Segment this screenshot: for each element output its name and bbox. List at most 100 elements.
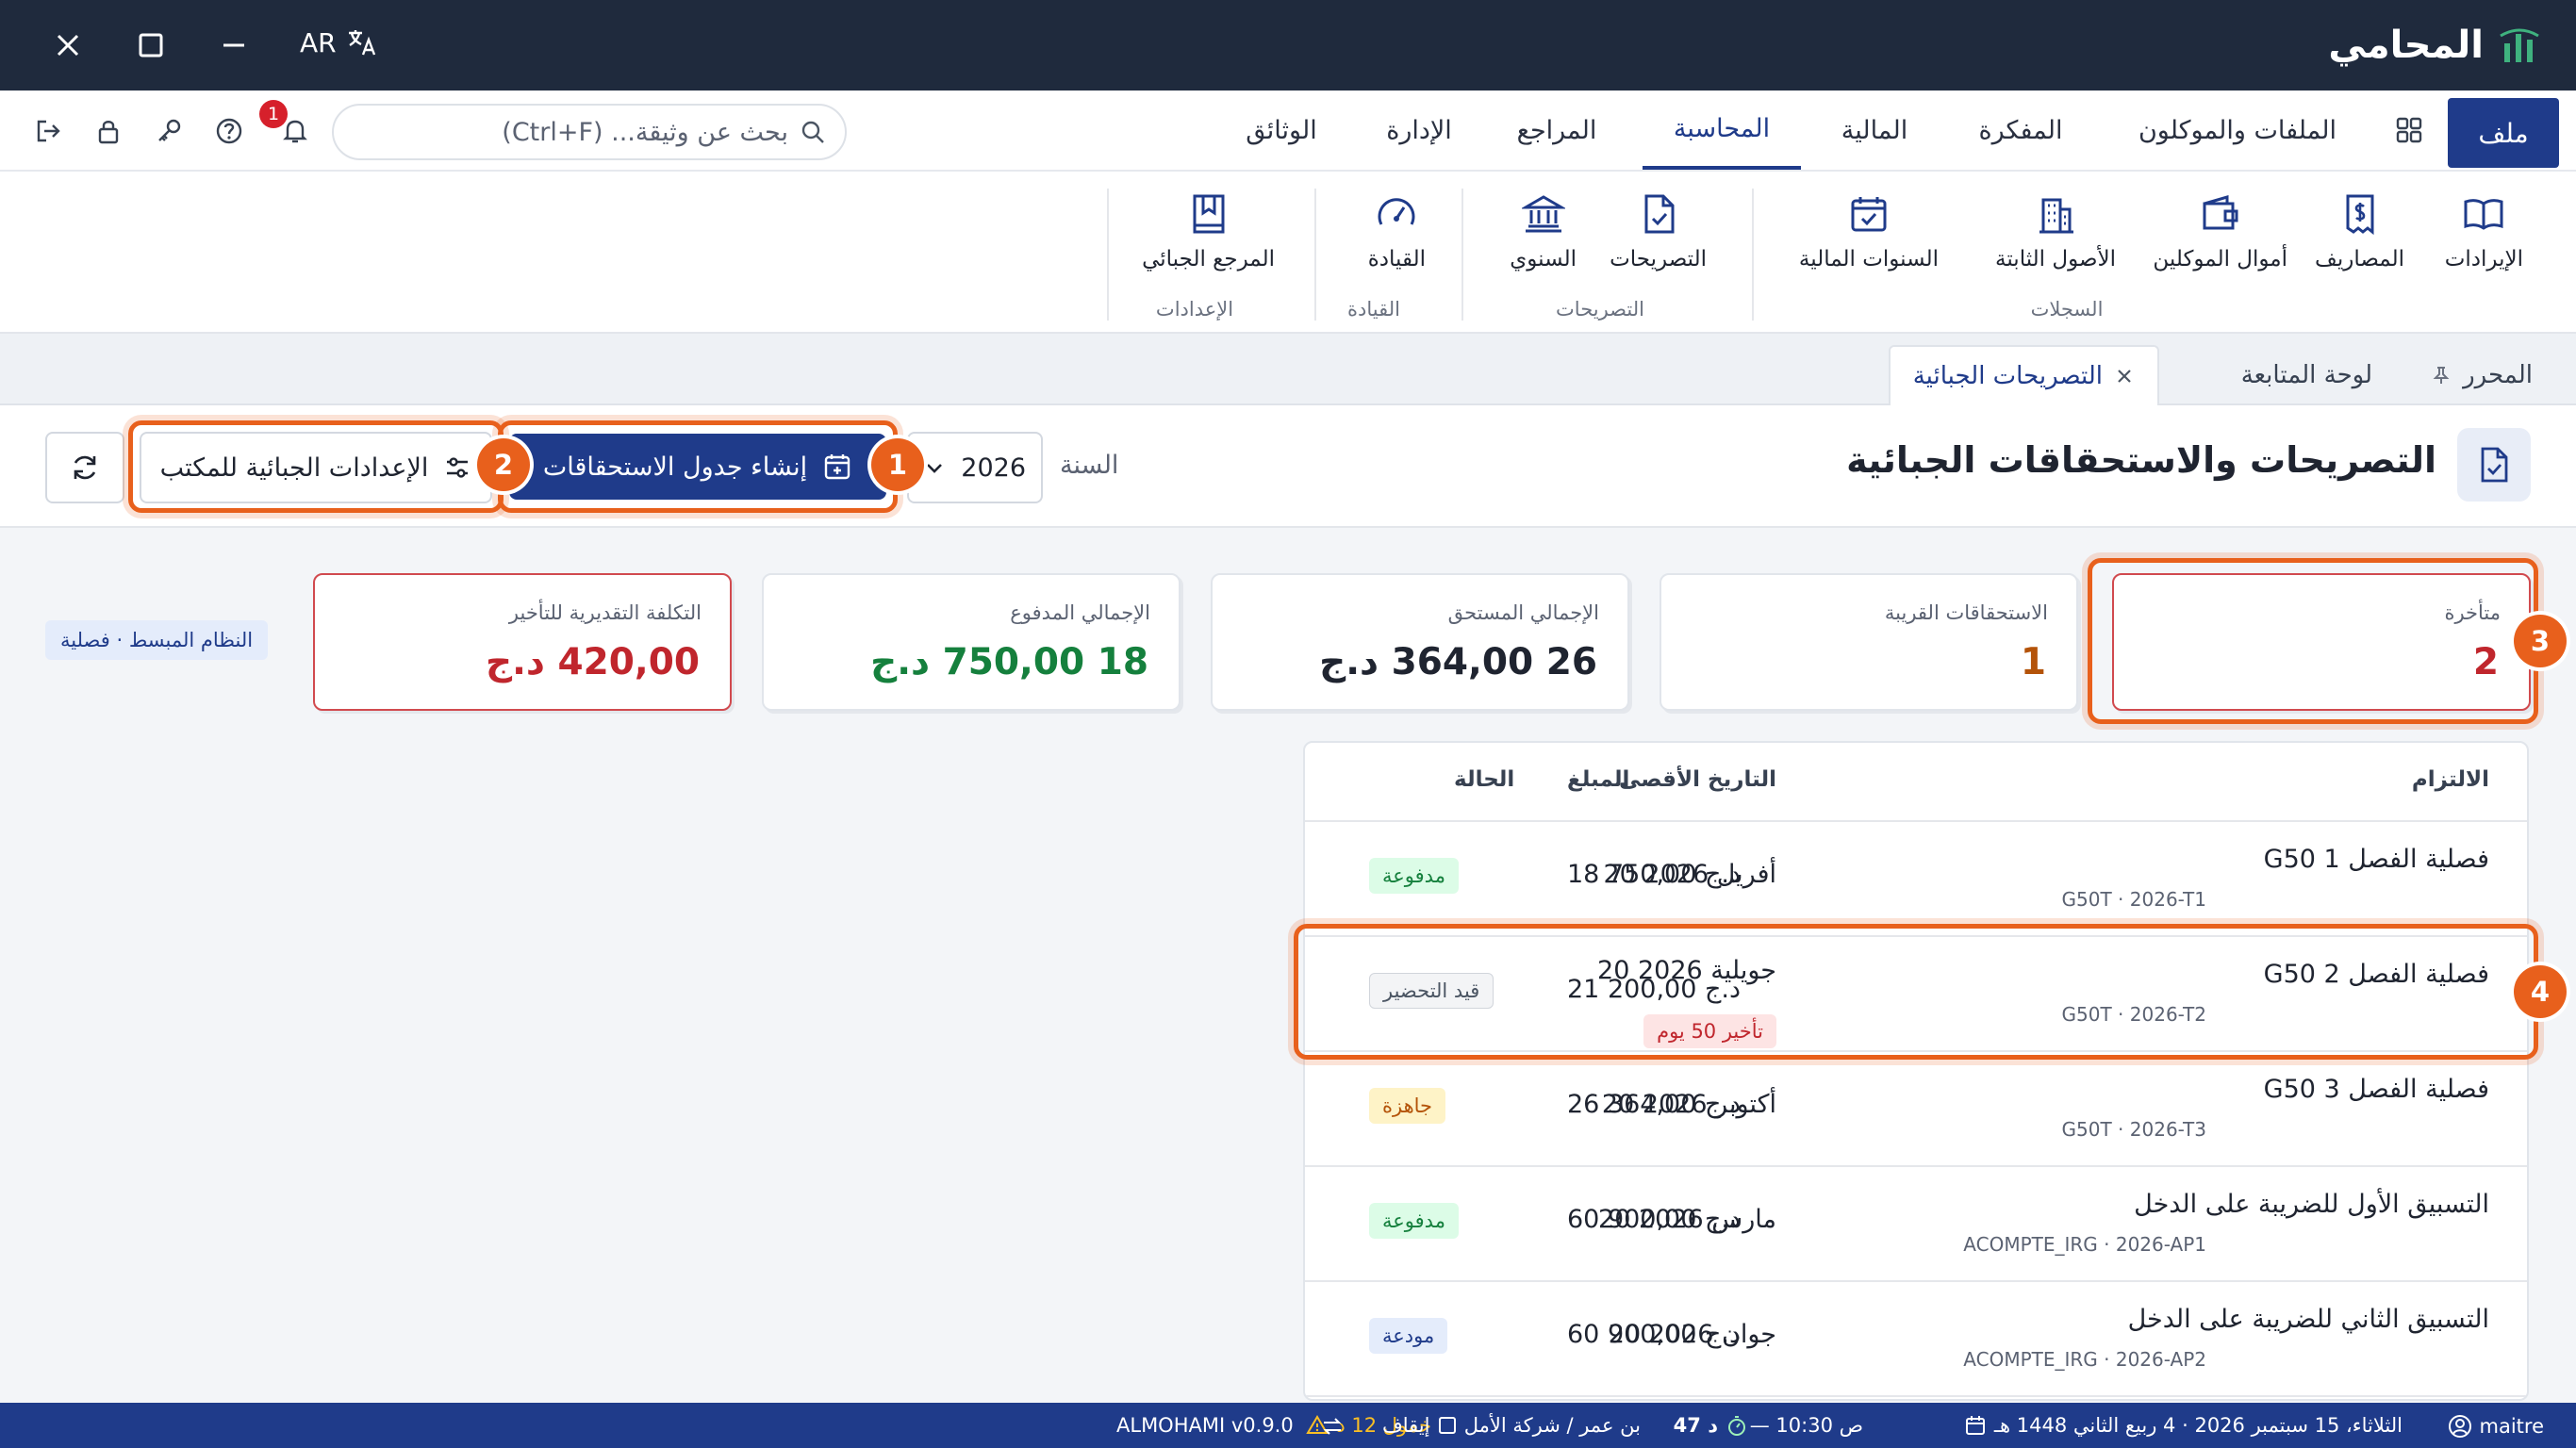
kpi-total-paid-label: الإجمالي المدفوع [1010,601,1150,624]
obligation-name: G50 فصلية الفصل 1 [2263,845,2489,874]
highlight-overdue-card [2088,558,2538,724]
footer-client: بن عمر / شركة الأمل [1463,1414,1641,1437]
page-icon [2457,428,2531,502]
apps-grid-button[interactable] [2387,90,2431,170]
tab-dashboard-label: لوحة المتابعة [2240,361,2372,389]
stop-square-icon [1439,1417,1457,1434]
kpi-card-late-cost[interactable]: التكلفة التقديرية للتأخير 420,00 د.ج [313,573,732,711]
ribbon-revenues-button[interactable]: الإيرادات [2445,192,2523,272]
status-badge: جاهزة [1369,1088,1446,1124]
footer-sync-button[interactable] [1320,1414,1345,1439]
ribbon-client-funds-button[interactable]: أموال الموكلين [2153,192,2287,272]
kpi-card-total-paid[interactable]: الإجمالي المدفوع 18 750,00 د.ج [762,573,1181,711]
tab-editor[interactable]: المحرر [2431,345,2533,405]
search-input[interactable]: بحث عن وثيقة... (Ctrl+F) [502,118,788,147]
tab-dashboard[interactable]: لوحة المتابعة [2241,345,2372,405]
file-check-icon [2481,447,2508,483]
footer-date: الثلاثاء، 15 سبتمبر 2026 · 4 ربيع الثاني… [1964,1414,2403,1437]
tab-tax-declarations[interactable]: التصريحات الجبائية [1888,345,2159,405]
help-icon [216,118,242,144]
kpi-total-due-label: الإجمالي المستحق [1447,601,1599,624]
marker-2: 2 [477,438,530,491]
ribbon-separator [1752,189,1754,321]
footer-timer: 47 د [1674,1414,1748,1437]
building-icon [2039,198,2074,234]
maximize-window-button[interactable] [126,21,175,70]
table-row[interactable]: G50 فصلية الفصل 3 G50T · 2026-T3 20 أكتو… [1305,1052,2527,1167]
kpi-card-total-due[interactable]: الإجمالي المستحق 26 364,00 د.ج [1211,573,1629,711]
footer-pause-label: إيقاف [1382,1414,1430,1437]
kpi-late-cost-label: التكلفة التقديرية للتأخير [508,601,702,624]
ribbon-annual-label: السنوي [1510,247,1577,272]
ribbon-fiscal-years-button[interactable]: السنوات المالية [1799,192,1939,272]
calendar-check-icon [1851,197,1887,232]
menu-file[interactable]: ملف [2448,98,2559,168]
key-button[interactable] [147,109,190,153]
document-tab-bar: المحرر لوحة المتابعة التصريحات الجبائية [0,334,2576,405]
footer-user[interactable]: maitre [2448,1414,2544,1439]
ribbon-declarations-button[interactable]: التصريحات [1610,192,1707,272]
key-icon [158,119,181,141]
footer-date-text: الثلاثاء، 15 سبتمبر 2026 · 4 ربيع الثاني… [1993,1414,2403,1437]
ribbon-fixed-assets-button[interactable]: الأصول الثابتة [1995,192,2116,272]
lock-button[interactable] [87,109,130,153]
close-tab-icon[interactable] [2114,366,2135,387]
maximize-icon [139,33,163,58]
menu-accounting[interactable]: المحاسبة [1643,90,1801,170]
grid-icon [2396,117,2422,143]
menu-finance[interactable]: المالية [1827,90,1922,170]
kpi-card-upcoming[interactable]: الاستحقاقات القريبة 1 [1660,573,2078,711]
language-switch[interactable]: AR [300,26,378,58]
ribbon-dashboard-button[interactable]: القيادة [1368,192,1426,272]
year-value: 2026 [961,452,1026,483]
kpi-late-cost-value: 420,00 د.ج [485,641,700,683]
table-row[interactable]: التسبيق الثاني للضريبة على الدخل ACOMPTE… [1305,1282,2527,1397]
menu-files-clients[interactable]: الملفات والموكلون [2120,90,2355,170]
obligation-amount: 26 364,00 د.ج [1567,1090,1742,1119]
obligation-code: ACOMPTE_IRG · 2026-AP1 [1963,1233,2206,1256]
logout-button[interactable] [26,109,70,153]
ribbon-declarations-label: التصريحات [1610,247,1707,272]
ribbon-expenses-label: المصاريف [2315,247,2404,272]
lock-icon [98,121,119,144]
language-code: AR [300,26,337,58]
stopwatch-icon [1728,1416,1745,1436]
app-brand: المحامي [2328,17,2542,74]
calendar-icon [1965,1416,1985,1435]
footer-version: ALMOHAMI v0.9.0 [1116,1414,1294,1437]
tab-editor-label: المحرر [2463,361,2533,389]
ribbon-tax-reference-button[interactable]: المرجع الجبائي [1142,192,1275,272]
ribbon-fixed-assets-label: الأصول الثابتة [1995,247,2116,272]
menu-agenda[interactable]: المفكرة [1969,90,2072,170]
ribbon-tax-reference-label: المرجع الجبائي [1142,247,1275,272]
table-row[interactable]: التسبيق الأول للضريبة على الدخل ACOMPTE_… [1305,1167,2527,1282]
ribbon-expenses-button[interactable]: المصاريف [2315,192,2404,272]
tab-tax-declarations-label: التصريحات الجبائية [1912,362,2103,390]
footer-pause-button[interactable]: إيقاف [1382,1414,1458,1437]
menu-administration[interactable]: الإدارة [1367,90,1471,170]
minimize-icon [223,43,244,47]
tax-regime-badge: النظام المبسط · فصلية [45,620,269,660]
menu-documents[interactable]: الوثائق [1230,90,1333,170]
help-button[interactable] [207,109,251,153]
obligation-code: G50T · 2026-T3 [2061,1118,2206,1141]
year-select[interactable]: 2026 [907,432,1043,503]
table-row[interactable]: G50 فصلية الفصل 1 G50T · 2026-T1 20 أفري… [1305,822,2527,937]
highlight-tax-settings [128,420,504,513]
app-name: المحامي [2328,24,2484,67]
ribbon-separator [1461,189,1463,321]
close-window-button[interactable] [43,21,92,70]
menu-references[interactable]: المراجع [1505,90,1609,170]
kpi-upcoming-label: الاستحقاقات القريبة [1884,601,2048,624]
marker-4: 4 [2514,965,2567,1018]
marker-1: 1 [871,438,924,491]
search-field[interactable]: بحث عن وثيقة... (Ctrl+F) [332,104,847,160]
book-open-icon [2464,199,2503,230]
kpi-total-due-value: 26 364,00 د.ج [1319,641,1597,683]
column-header-amount: المبلغ [1567,767,1630,792]
refresh-button[interactable] [45,432,124,503]
ribbon-group-declarations: التصريحات [1556,298,1644,321]
ribbon-annual-button[interactable]: السنوي [1510,192,1577,272]
minimize-window-button[interactable] [209,21,258,70]
title-bar: AR المحامي [0,0,2576,90]
